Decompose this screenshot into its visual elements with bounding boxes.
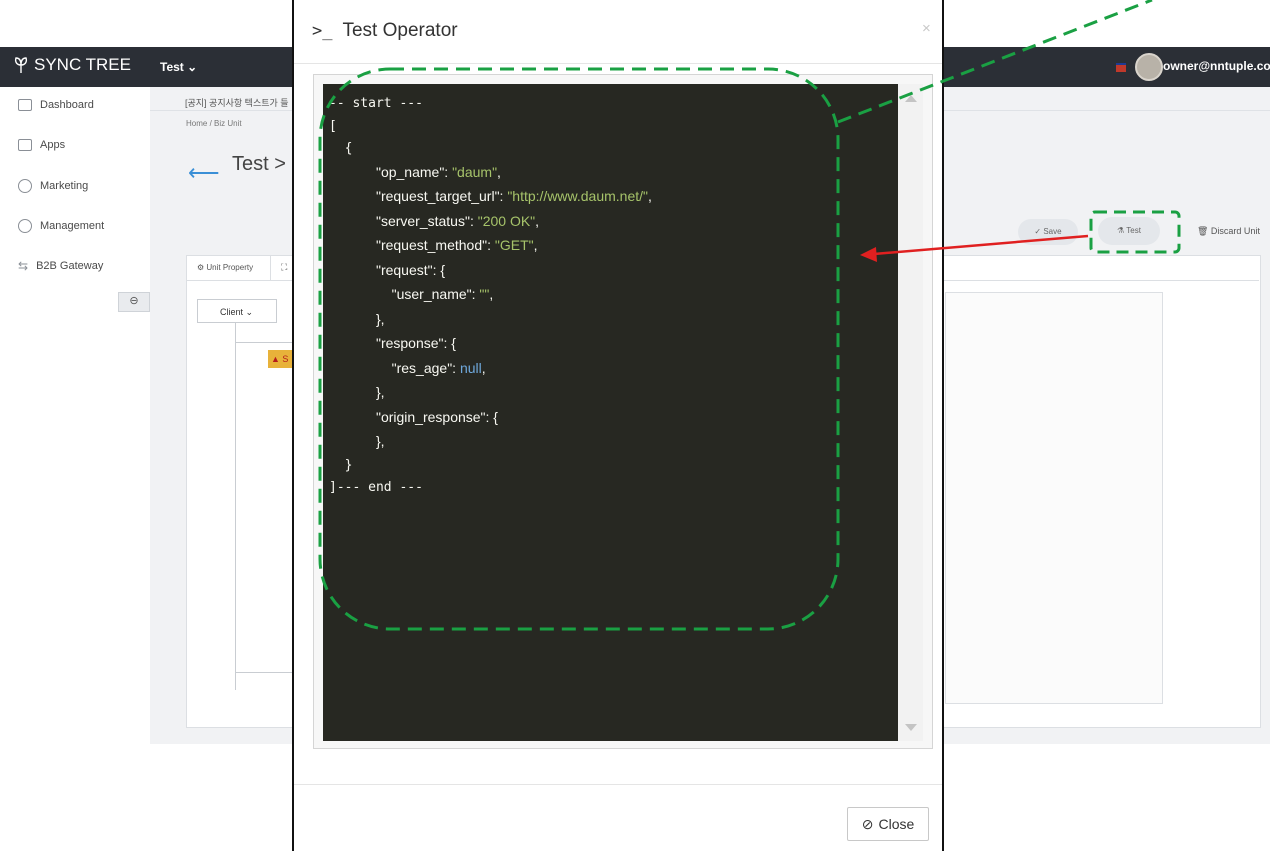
sidebar-item-management[interactable]: Management: [18, 219, 104, 233]
brand-name: SYNC TREE: [34, 55, 131, 74]
dashboard-icon: [18, 99, 32, 111]
json-key: "response": [375, 335, 444, 351]
brand-logo[interactable]: SYNC TREE: [14, 55, 131, 75]
gateway-icon: ⇆: [18, 259, 29, 273]
json-key: "server_status": [375, 212, 470, 229]
sequence-lifeline: [235, 323, 236, 690]
code-line: ]--- end ---: [329, 480, 423, 495]
marketing-icon: [18, 179, 32, 193]
avatar[interactable]: [1135, 53, 1163, 81]
json-key: "op_name": [375, 163, 445, 180]
sequence-arrow: [235, 342, 297, 343]
json-value: "": [479, 286, 490, 302]
sidebar-collapse-button[interactable]: ⊖: [118, 292, 150, 312]
close-button[interactable]: ⊘ Close: [847, 807, 929, 841]
json-output: -- start --- [ { "op_name": "daum", "req…: [329, 96, 652, 495]
code-viewer[interactable]: -- start --- [ { "op_name": "daum", "req…: [323, 84, 898, 741]
sidebar-item-label: Dashboard: [40, 99, 94, 111]
json-key: "res_age": [391, 359, 453, 376]
sidebar-item-marketing[interactable]: Marketing: [18, 179, 88, 193]
close-button-label: Close: [878, 816, 915, 832]
notice-text[interactable]: [공지] 공지사항 텍스트가 들: [185, 96, 289, 109]
breadcrumb[interactable]: Home / Biz Unit: [186, 119, 242, 128]
json-key: "request": [375, 261, 433, 278]
json-key: "user_name": [391, 286, 472, 302]
json-value: "GET": [494, 237, 534, 253]
scrollbar[interactable]: [898, 84, 923, 741]
code-line: -- start ---: [329, 96, 423, 111]
scroll-down-icon[interactable]: [905, 724, 917, 731]
flow-canvas[interactable]: [945, 292, 1163, 704]
modal-title: >_ Test Operator: [312, 20, 458, 42]
sidebar: Dashboard Apps Marketing Management ⇆ B2…: [0, 87, 150, 851]
modal-title-text: Test Operator: [342, 20, 458, 41]
sidebar-item-label: Apps: [40, 139, 66, 151]
test-button[interactable]: ⚗ Test: [1098, 217, 1160, 245]
sidebar-item-b2b-gateway[interactable]: ⇆ B2B Gateway: [18, 259, 103, 273]
terminal-icon: >_: [312, 21, 333, 41]
tab-unit-property[interactable]: ⚙ Unit Property: [187, 256, 271, 280]
close-circle-icon: ⊘: [861, 815, 874, 832]
json-value: "200 OK": [477, 212, 536, 229]
divider: [294, 784, 942, 785]
sidebar-item-apps[interactable]: Apps: [18, 139, 65, 151]
management-icon: [18, 219, 32, 233]
client-select[interactable]: Client ⌄: [197, 299, 277, 323]
sidebar-item-label: Marketing: [40, 180, 89, 192]
sequence-arrow: [235, 672, 297, 673]
code-line: }: [329, 457, 353, 473]
app-switcher-dropdown[interactable]: Test ⌄: [160, 60, 197, 74]
code-line: {: [329, 141, 353, 156]
us-flag-icon[interactable]: [1116, 63, 1126, 72]
json-key: "request_target_url": [375, 188, 500, 204]
flow-tab-icon[interactable]: ⛶: [281, 262, 287, 273]
json-key: "origin_response": [375, 408, 486, 425]
close-icon[interactable]: ×: [922, 20, 931, 37]
json-value: "http://www.daum.net/": [507, 188, 648, 204]
json-key: "request_method": [375, 237, 488, 253]
code-line: [: [329, 118, 337, 134]
json-value: null: [459, 359, 482, 376]
sidebar-item-dashboard[interactable]: Dashboard: [18, 99, 94, 111]
sync-tree-logo-icon: [14, 57, 28, 73]
page-title: Test >: [232, 153, 286, 175]
sidebar-item-label: Management: [40, 220, 105, 232]
discard-unit-button[interactable]: 🗑 Discard Unit: [1197, 226, 1260, 237]
scroll-up-icon[interactable]: [905, 95, 917, 102]
sidebar-item-label: B2B Gateway: [36, 260, 104, 272]
back-arrow-icon[interactable]: ⟵: [188, 160, 220, 186]
user-email[interactable]: owner@nntuple.com: [1163, 59, 1270, 73]
divider: [294, 63, 942, 64]
save-button[interactable]: ✓ Save: [1018, 219, 1078, 245]
apps-icon: [18, 139, 32, 151]
json-value: "daum": [452, 163, 498, 180]
